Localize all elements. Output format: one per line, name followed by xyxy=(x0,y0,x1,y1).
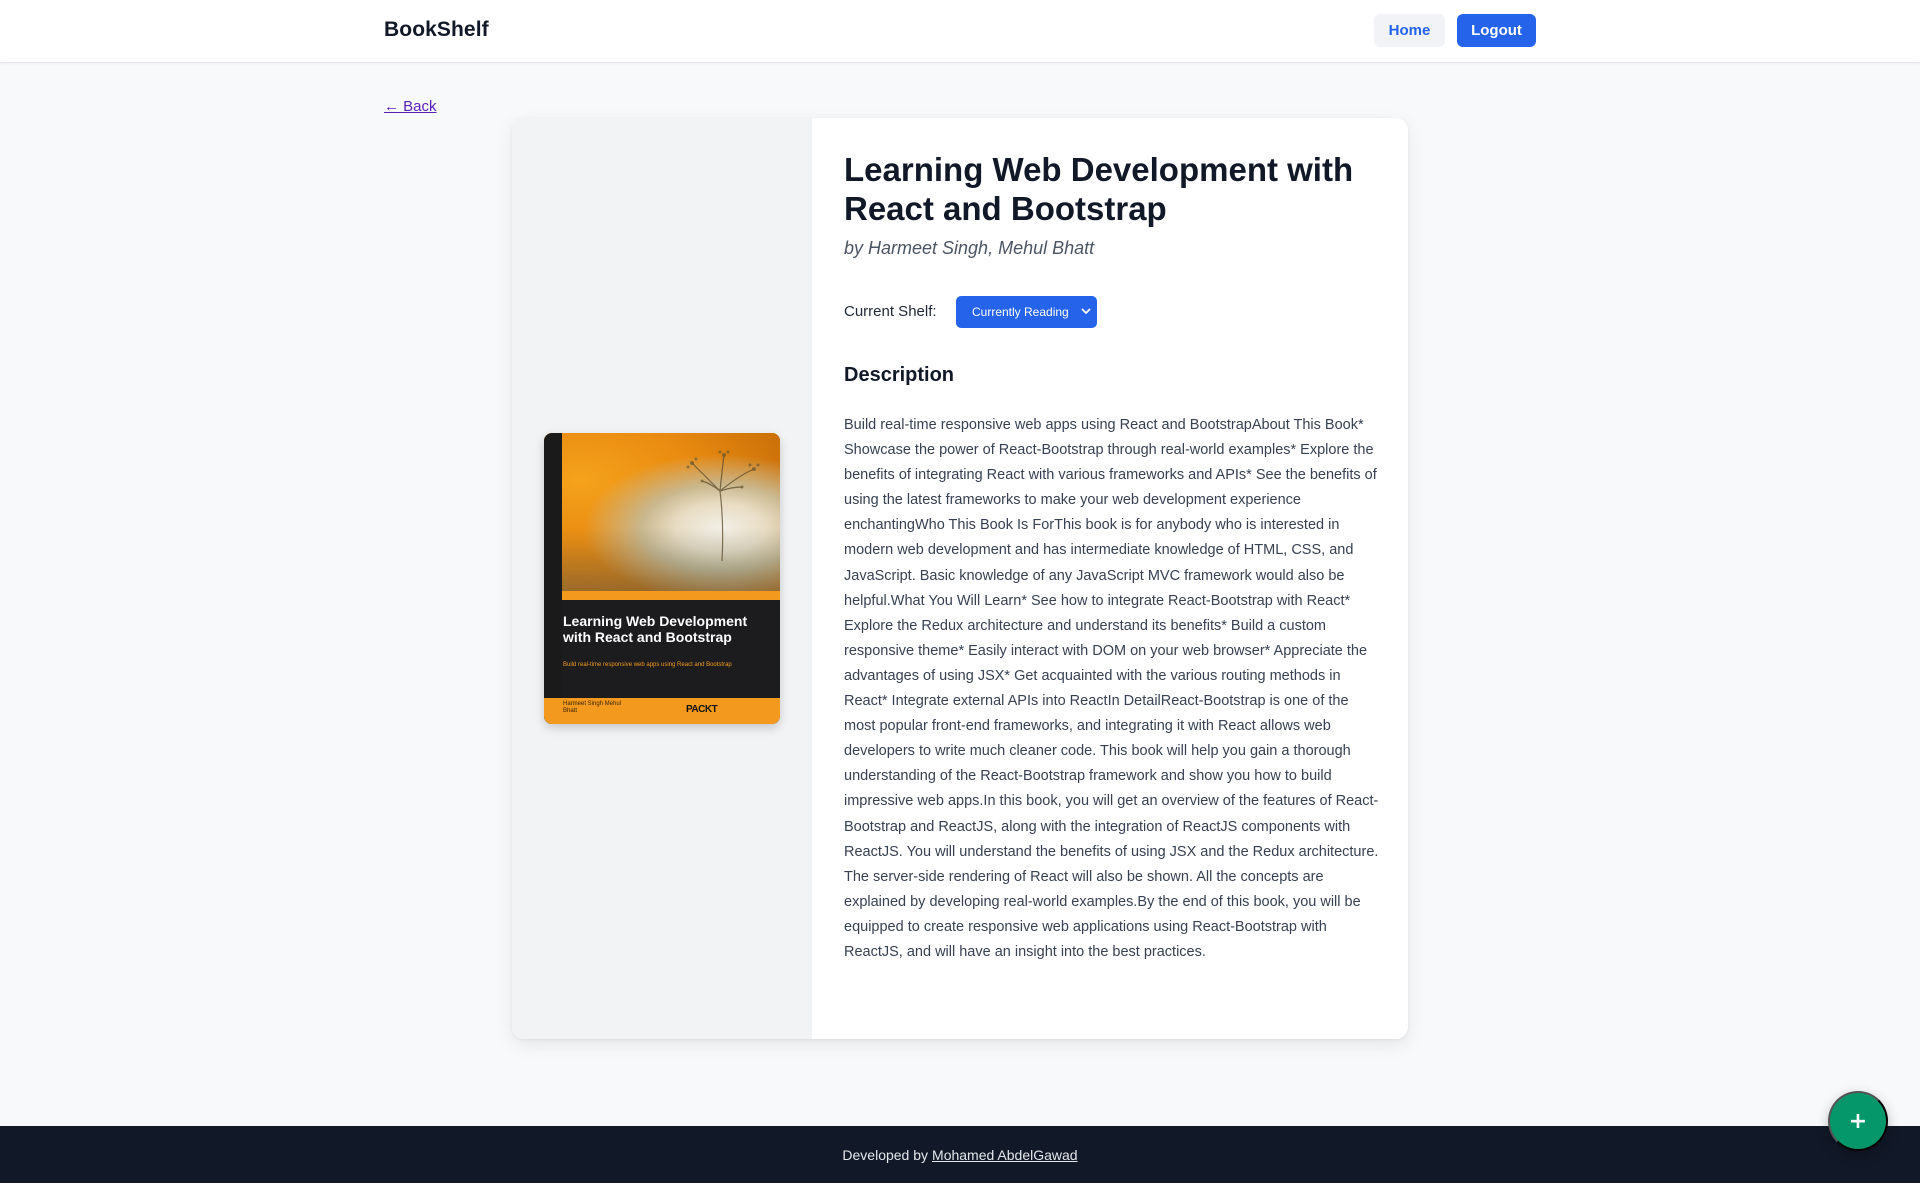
cover-authors: Harmeet Singh Mehul Bhatt xyxy=(563,701,622,714)
back-link[interactable]: ← Back xyxy=(384,98,437,115)
plus-icon: + xyxy=(1848,1108,1868,1134)
brand-logo[interactable]: BookShelf xyxy=(384,18,489,42)
cover-title: Learning Web Development with React and … xyxy=(563,613,748,645)
shelf-label: Current Shelf: xyxy=(844,303,937,320)
top-navbar: BookShelf Home Logout xyxy=(0,0,1920,63)
book-cover-image: Learning Web Development with React and … xyxy=(544,433,780,724)
footer: Developed by Mohamed AbdelGawad xyxy=(0,1126,1920,1183)
cover-band xyxy=(562,591,780,600)
publisher-logo: PACKT xyxy=(686,704,718,715)
description-heading: Description xyxy=(844,364,955,386)
home-button[interactable]: Home xyxy=(1374,14,1445,47)
plant-illustration xyxy=(686,450,760,562)
cover-panel: Learning Web Development with React and … xyxy=(512,118,812,1039)
shelf-select[interactable]: Currently Reading xyxy=(956,296,1097,328)
logout-button[interactable]: Logout xyxy=(1457,14,1536,47)
book-authors: by Harmeet Singh, Mehul Bhatt xyxy=(844,238,1095,258)
chevron-down-icon xyxy=(1081,308,1091,314)
cover-spine-strip xyxy=(544,433,562,724)
book-detail-card: Learning Web Development with React and … xyxy=(512,118,1408,1039)
description-text: Build real-time responsive web apps usin… xyxy=(844,417,1379,960)
footer-author-link[interactable]: Mohamed AbdelGawad xyxy=(932,1147,1078,1163)
shelf-select-value: Currently Reading xyxy=(972,305,1069,319)
cover-subtitle: Build real-time responsive web apps usin… xyxy=(563,662,732,668)
book-title: Learning Web Development with React and … xyxy=(844,151,1354,227)
add-book-button[interactable]: + xyxy=(1828,1091,1888,1151)
footer-prefix: Developed by xyxy=(842,1146,929,1163)
